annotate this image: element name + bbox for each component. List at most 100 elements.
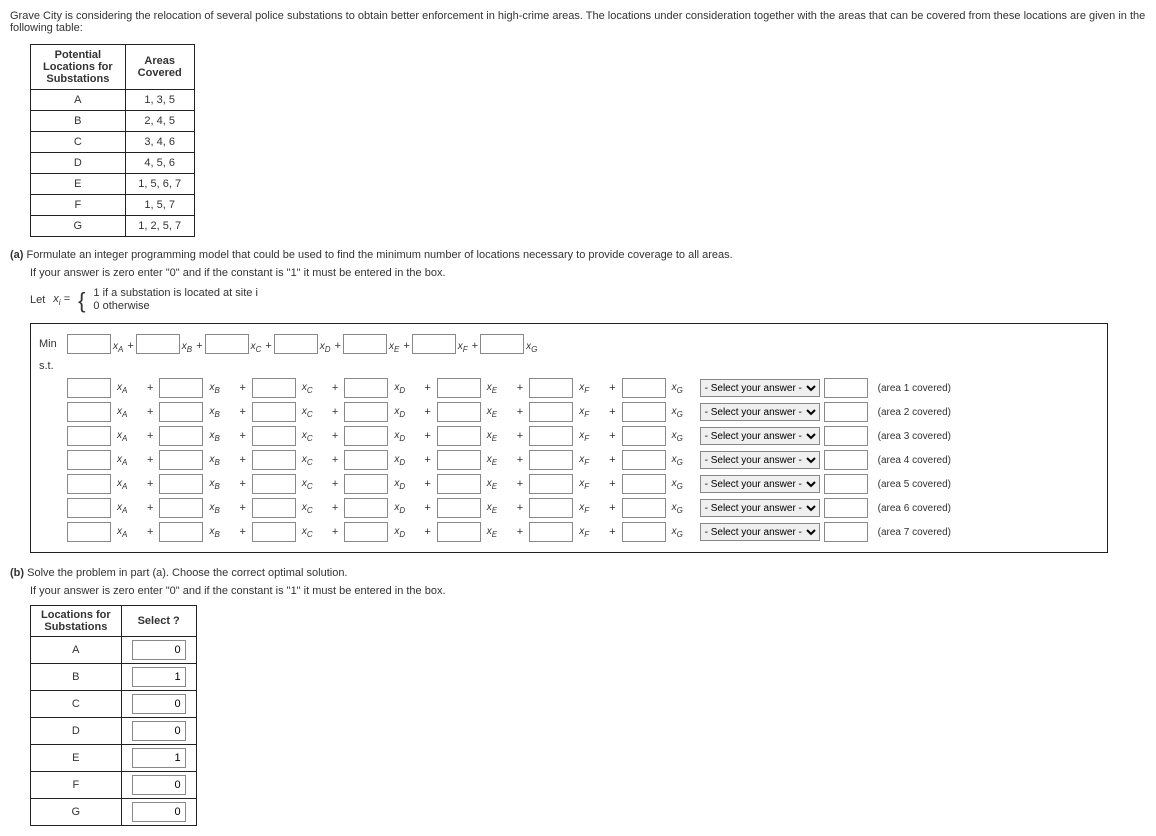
coef-input[interactable]: [344, 426, 388, 446]
part-b: (b) Solve the problem in part (a). Choos…: [10, 567, 1146, 579]
answer-input[interactable]: [132, 775, 186, 795]
answer-input[interactable]: [132, 694, 186, 714]
coef-input[interactable]: [159, 498, 203, 518]
plus: +: [424, 454, 430, 466]
coef-input[interactable]: [159, 450, 203, 470]
coef-input[interactable]: [205, 334, 249, 354]
coef-input[interactable]: [252, 498, 296, 518]
var-label: xC: [251, 341, 262, 352]
coef-input[interactable]: [67, 426, 111, 446]
coef-input[interactable]: [622, 474, 666, 494]
plus: +: [239, 526, 245, 538]
relation-select[interactable]: - Select your answer -: [700, 499, 820, 517]
var-label: xD: [394, 382, 416, 395]
plus: +: [517, 478, 523, 490]
plus: +: [424, 406, 430, 418]
coef-input[interactable]: [437, 450, 481, 470]
coef-input[interactable]: [437, 378, 481, 398]
coef-input[interactable]: [159, 474, 203, 494]
coef-input[interactable]: [344, 378, 388, 398]
coef-input[interactable]: [252, 522, 296, 542]
coef-input[interactable]: [529, 498, 573, 518]
coef-input[interactable]: [622, 426, 666, 446]
relation-select[interactable]: - Select your answer -: [700, 523, 820, 541]
constraint-label: (area 1 covered): [878, 383, 951, 394]
coef-input[interactable]: [437, 402, 481, 422]
relation-select[interactable]: - Select your answer -: [700, 451, 820, 469]
coef-input[interactable]: [437, 522, 481, 542]
coef-input[interactable]: [252, 450, 296, 470]
answer-input[interactable]: [132, 640, 186, 660]
constraint-label: (area 7 covered): [878, 527, 951, 538]
coef-input[interactable]: [274, 334, 318, 354]
rhs-input[interactable]: [824, 426, 868, 446]
coef-input[interactable]: [622, 498, 666, 518]
var-label: xD: [394, 478, 416, 491]
constraint-row: xA+xB+xC+xD+xE+xF+xG- Select your answer…: [39, 498, 1099, 518]
var-label: xE: [487, 526, 509, 539]
coef-input[interactable]: [159, 378, 203, 398]
coef-input[interactable]: [529, 522, 573, 542]
table-row: D: [31, 718, 122, 745]
relation-select[interactable]: - Select your answer -: [700, 403, 820, 421]
coef-input[interactable]: [67, 402, 111, 422]
table-row: C: [31, 132, 126, 153]
rhs-input[interactable]: [824, 402, 868, 422]
coef-input[interactable]: [622, 378, 666, 398]
rhs-input[interactable]: [824, 474, 868, 494]
answer-input[interactable]: [132, 667, 186, 687]
rhs-input[interactable]: [824, 378, 868, 398]
coef-input[interactable]: [252, 474, 296, 494]
rhs-input[interactable]: [824, 522, 868, 542]
coef-input[interactable]: [67, 334, 111, 354]
coef-input[interactable]: [159, 522, 203, 542]
coef-input[interactable]: [529, 450, 573, 470]
coef-input[interactable]: [437, 474, 481, 494]
constraint-label: (area 3 covered): [878, 431, 951, 442]
var-label: xA: [117, 406, 139, 419]
table-row: [121, 745, 196, 772]
answer-input[interactable]: [132, 721, 186, 741]
coef-input[interactable]: [67, 522, 111, 542]
coef-input[interactable]: [529, 426, 573, 446]
coef-input[interactable]: [437, 426, 481, 446]
coef-input[interactable]: [344, 450, 388, 470]
coef-input[interactable]: [67, 474, 111, 494]
rhs-input[interactable]: [824, 498, 868, 518]
answer-input[interactable]: [132, 802, 186, 822]
coef-input[interactable]: [252, 402, 296, 422]
table-row: F: [31, 195, 126, 216]
coef-input[interactable]: [622, 402, 666, 422]
coef-input[interactable]: [437, 498, 481, 518]
coef-input[interactable]: [252, 378, 296, 398]
coef-input[interactable]: [252, 426, 296, 446]
rhs-input[interactable]: [824, 450, 868, 470]
coef-input[interactable]: [412, 334, 456, 354]
coef-input[interactable]: [529, 402, 573, 422]
coef-input[interactable]: [136, 334, 180, 354]
coef-input[interactable]: [67, 498, 111, 518]
coef-input[interactable]: [344, 498, 388, 518]
coef-input[interactable]: [480, 334, 524, 354]
answer-input[interactable]: [132, 748, 186, 768]
coef-input[interactable]: [67, 378, 111, 398]
coef-input[interactable]: [622, 522, 666, 542]
var-label: xD: [394, 502, 416, 515]
var-label: xB: [209, 454, 231, 467]
table-row: A: [31, 90, 126, 111]
coef-input[interactable]: [529, 378, 573, 398]
plus: +: [147, 382, 153, 394]
relation-select[interactable]: - Select your answer -: [700, 379, 820, 397]
table-row: [121, 772, 196, 799]
relation-select[interactable]: - Select your answer -: [700, 427, 820, 445]
coef-input[interactable]: [344, 402, 388, 422]
coef-input[interactable]: [67, 450, 111, 470]
coef-input[interactable]: [159, 402, 203, 422]
coef-input[interactable]: [529, 474, 573, 494]
coef-input[interactable]: [622, 450, 666, 470]
relation-select[interactable]: - Select your answer -: [700, 475, 820, 493]
coef-input[interactable]: [343, 334, 387, 354]
coef-input[interactable]: [344, 522, 388, 542]
coef-input[interactable]: [344, 474, 388, 494]
coef-input[interactable]: [159, 426, 203, 446]
